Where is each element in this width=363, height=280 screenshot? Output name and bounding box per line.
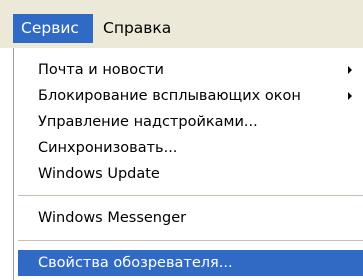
- menu-item-synchronize[interactable]: Синхронизовать...: [18, 135, 363, 161]
- menu-item-windows-update[interactable]: Windows Update: [18, 161, 363, 187]
- menu-item-label: Windows Update: [38, 166, 160, 182]
- menu-separator: [18, 195, 363, 196]
- menu-item-manage-addons[interactable]: Управление надстройками...: [18, 109, 363, 135]
- menu-item-windows-messenger[interactable]: Windows Messenger: [18, 205, 363, 231]
- menu-item-label: Синхронизовать...: [38, 140, 178, 156]
- menu-item-popup-blocker[interactable]: Блокирование всплывающих окон: [18, 83, 363, 109]
- menu-item-label: Управление надстройками...: [38, 114, 258, 130]
- menu-item-label: Windows Messenger: [38, 210, 187, 226]
- menu-item-label: Блокирование всплывающих окон: [38, 88, 301, 104]
- menu-item-label: Свойства обозревателя...: [38, 255, 233, 271]
- service-dropdown-menu: Почта и новости Блокирование всплывающих…: [13, 48, 363, 280]
- menu-help[interactable]: Справка: [95, 14, 185, 43]
- menu-bar: Сервис Справка: [0, 0, 363, 48]
- menu-item-label: Почта и новости: [38, 62, 164, 78]
- menu-service[interactable]: Сервис: [13, 14, 93, 43]
- menu-item-mail-and-news[interactable]: Почта и новости: [18, 57, 363, 83]
- submenu-arrow-icon: [348, 66, 352, 74]
- menu-item-internet-options[interactable]: Свойства обозревателя...: [18, 250, 363, 276]
- submenu-arrow-icon: [348, 92, 352, 100]
- menu-separator: [18, 240, 363, 241]
- app-window: Сервис Справка Почта и новости Блокирова…: [0, 0, 363, 280]
